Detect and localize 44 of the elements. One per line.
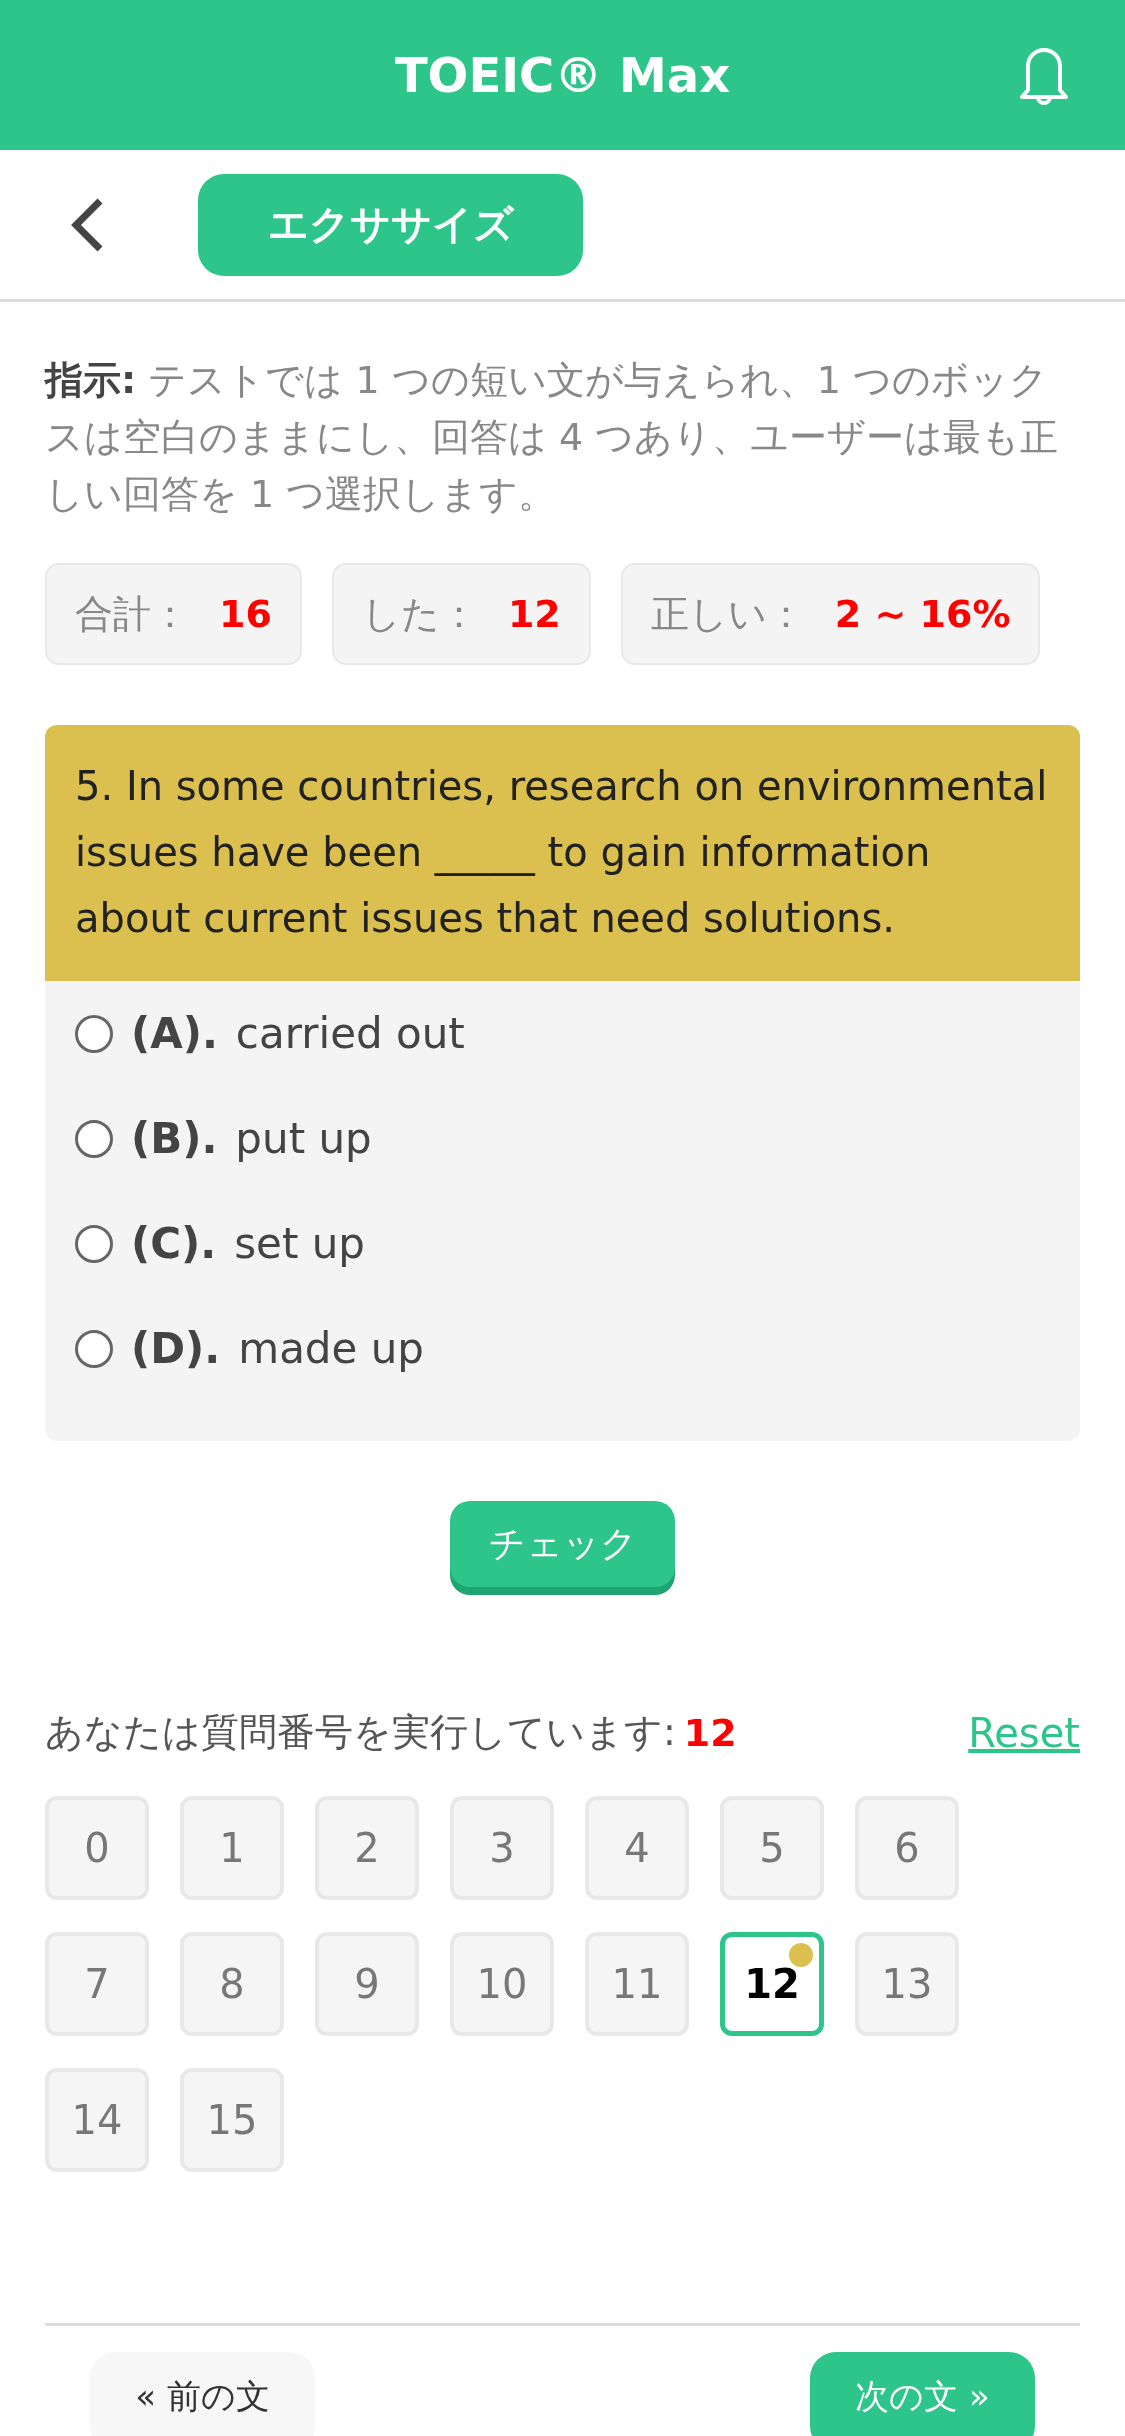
- option-letter: (A).: [131, 1009, 218, 1058]
- question-number-button[interactable]: 3: [450, 1796, 554, 1900]
- option-text: set up: [234, 1219, 365, 1268]
- radio-button[interactable]: [75, 1119, 113, 1158]
- stat-label: した：: [361, 590, 478, 638]
- instructions-text: 指示: テストでは 1 つの短い文が与えられ、1 つのボックスは空白のままにし、回答は 4 つあり、ユーザーは最も正しい回答を 1 つ選択します。: [45, 357, 1060, 518]
- question-number-button[interactable]: 0: [45, 1796, 149, 1900]
- question-number-button[interactable]: 11: [585, 1932, 689, 2036]
- question-number-button[interactable]: 12: [720, 1932, 824, 2036]
- reset-link[interactable]: Reset: [968, 1709, 1080, 1756]
- option-text: put up: [235, 1114, 372, 1163]
- next-button[interactable]: 次の文 »: [810, 2352, 1035, 2436]
- radio-button[interactable]: [75, 1014, 113, 1053]
- section-tab[interactable]: エクササイズ: [198, 173, 583, 276]
- radio-button[interactable]: [75, 1224, 113, 1263]
- question-number-button[interactable]: 1: [180, 1796, 284, 1900]
- option-letter: (C).: [131, 1219, 217, 1268]
- question-number-button[interactable]: 14: [45, 2068, 149, 2172]
- current-dot-icon: [789, 1943, 813, 1967]
- stat-value: 16: [219, 592, 272, 636]
- current-number: 12: [683, 1710, 737, 1755]
- question-text: 5. In some countries, research on environmental issues have been _____ to gain information about current issues that need solutions.: [45, 725, 1080, 981]
- stat-label: 合計：: [75, 590, 189, 638]
- app-title: TOEIC® Max: [394, 47, 731, 103]
- question-number-button[interactable]: 8: [180, 1932, 284, 2036]
- stat-label: 正しい：: [650, 590, 805, 638]
- question-number-button[interactable]: 7: [45, 1932, 149, 2036]
- question-number-button[interactable]: 15: [180, 2068, 284, 2172]
- question-number-button[interactable]: 9: [315, 1932, 419, 2036]
- option-text: made up: [238, 1324, 424, 1373]
- option-text: carried out: [235, 1009, 465, 1058]
- question-number-button[interactable]: 6: [855, 1796, 959, 1900]
- question-number-button[interactable]: 13: [855, 1932, 959, 2036]
- progress-label: あなたは質問番号を実行しています:: [45, 1709, 676, 1756]
- prev-button[interactable]: « 前の文: [90, 2352, 315, 2436]
- radio-button[interactable]: [75, 1329, 113, 1368]
- stat-value: 2 ~ 16%: [834, 592, 1011, 636]
- question-number-button[interactable]: 2: [315, 1796, 419, 1900]
- option-letter: (D).: [131, 1324, 221, 1373]
- question-number-button[interactable]: 10: [450, 1932, 554, 2036]
- question-number-button[interactable]: 4: [585, 1796, 689, 1900]
- option-letter: (B).: [131, 1114, 218, 1163]
- stat-value: 12: [507, 592, 561, 636]
- question-number-button[interactable]: 5: [720, 1796, 824, 1900]
